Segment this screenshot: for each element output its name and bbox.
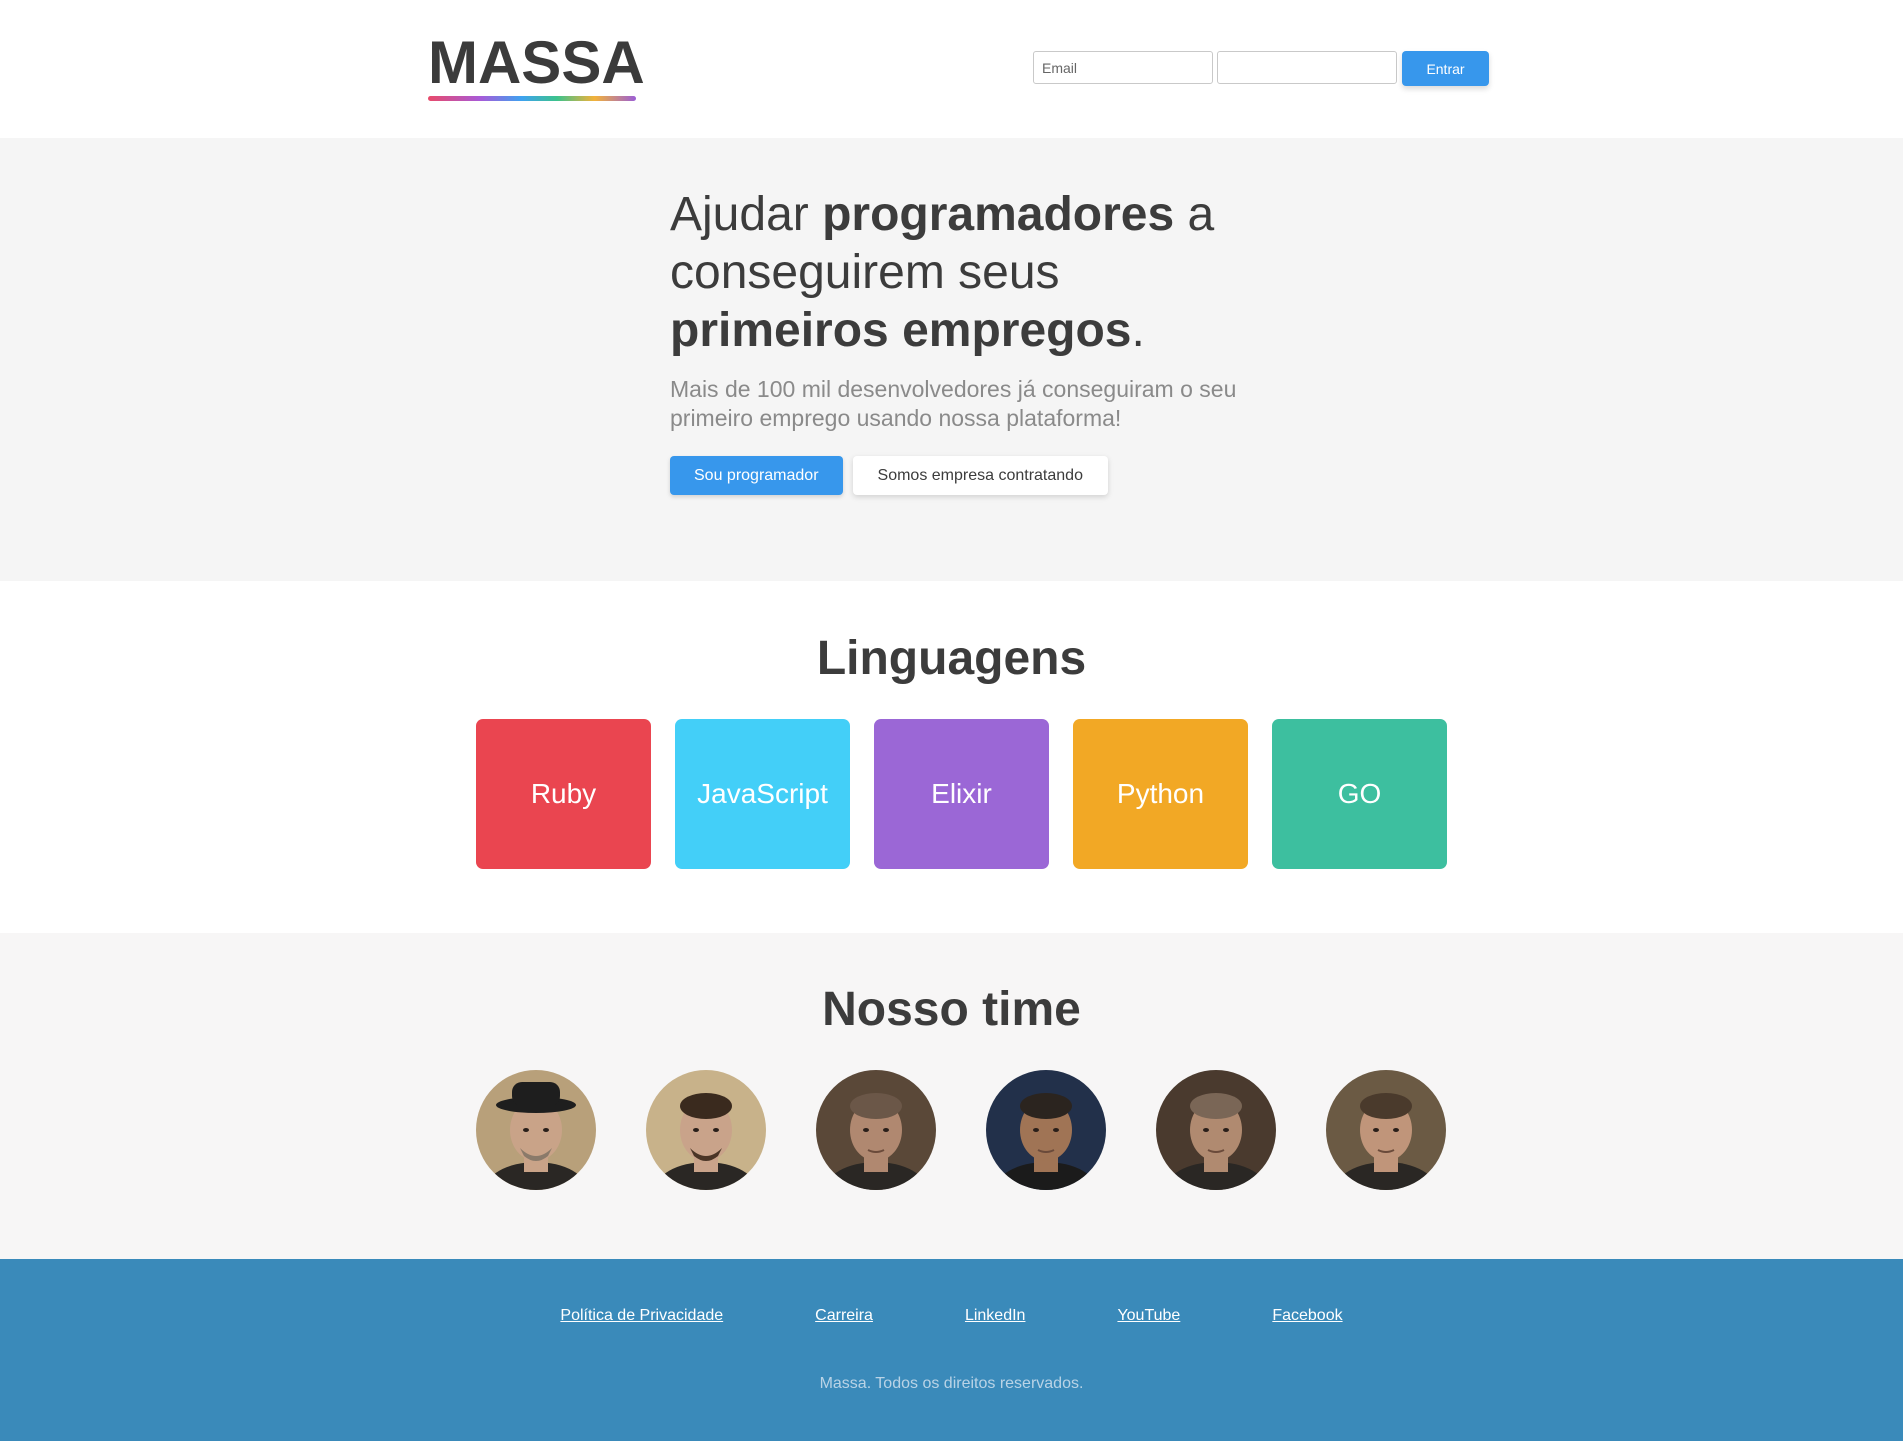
login-button[interactable]: Entrar	[1402, 51, 1489, 86]
language-card-go[interactable]: GO	[1272, 719, 1447, 869]
developer-button[interactable]: Sou programador	[670, 456, 843, 495]
team-title: Nosso time	[822, 983, 1081, 1036]
languages-section: Linguagens Ruby JavaScript Elixir Python…	[0, 581, 1903, 933]
languages-list: Ruby JavaScript Elixir Python GO	[476, 719, 1447, 869]
team-avatar	[476, 1070, 596, 1190]
footer-links: Política de Privacidade Carreira LinkedI…	[0, 1307, 1903, 1325]
language-card-javascript[interactable]: JavaScript	[675, 719, 850, 869]
login-form: Entrar	[1033, 51, 1489, 86]
site-header: MASSA Entrar	[0, 0, 1903, 138]
massa-logo[interactable]: MASSA	[428, 29, 645, 101]
team-avatar	[646, 1070, 766, 1190]
hero-title: Ajudar programadores a conseguirem seus …	[670, 186, 1270, 360]
footer-link-privacy[interactable]: Política de Privacidade	[560, 1307, 723, 1325]
logo-gradient-bar	[428, 96, 636, 101]
footer-link-youtube[interactable]: YouTube	[1117, 1307, 1180, 1325]
site-footer: Política de Privacidade Carreira LinkedI…	[0, 1259, 1903, 1441]
logo-text: MASSA	[428, 29, 645, 96]
footer-link-facebook[interactable]: Facebook	[1272, 1307, 1342, 1325]
footer-link-linkedin[interactable]: LinkedIn	[965, 1307, 1026, 1325]
email-input[interactable]	[1033, 51, 1213, 84]
password-input[interactable]	[1217, 51, 1397, 84]
hero-section: Ajudar programadores a conseguirem seus …	[0, 138, 1903, 581]
language-card-python[interactable]: Python	[1073, 719, 1248, 869]
hero-title-bold: programadores	[822, 188, 1175, 241]
team-avatar	[816, 1070, 936, 1190]
team-section: Nosso time	[0, 933, 1903, 1259]
team-list	[476, 1070, 1446, 1190]
hero-subtitle: Mais de 100 mil desenvolvedores já conse…	[670, 376, 1237, 431]
language-card-ruby[interactable]: Ruby	[476, 719, 651, 869]
team-avatar	[1326, 1070, 1446, 1190]
copyright-text: Massa. Todos os direitos reservados.	[819, 1375, 1084, 1392]
hero-title-part: .	[1131, 304, 1145, 357]
hero-title-part: Ajudar	[670, 188, 823, 241]
hero-actions: Sou programador Somos empresa contratand…	[670, 456, 1108, 495]
language-card-elixir[interactable]: Elixir	[874, 719, 1049, 869]
languages-title: Linguagens	[816, 632, 1087, 685]
team-avatar	[1156, 1070, 1276, 1190]
company-button[interactable]: Somos empresa contratando	[852, 456, 1108, 495]
footer-link-careers[interactable]: Carreira	[815, 1307, 873, 1325]
team-avatar	[986, 1070, 1106, 1190]
hero-title-bold: primeiros empregos	[670, 304, 1132, 357]
